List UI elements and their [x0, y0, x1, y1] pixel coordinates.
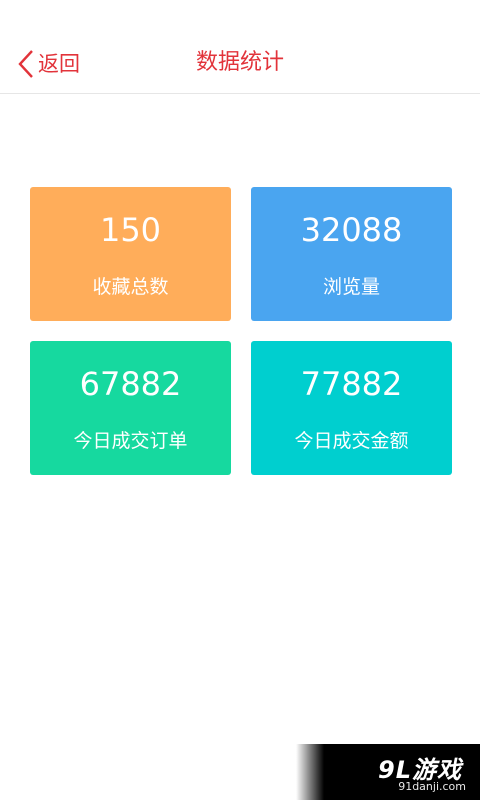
stat-card-orders-today: 67882 今日成交订单	[30, 341, 231, 475]
page-title: 数据统计	[195, 50, 284, 75]
site-watermark: 9L游戏 91danji.com	[296, 744, 480, 800]
stat-value: 150	[99, 211, 162, 249]
stat-card-views: 32088 浏览量	[251, 187, 452, 321]
stat-card-amount-today: 77882 今日成交金额	[251, 341, 452, 475]
watermark-url: 91danji.com	[398, 780, 466, 793]
stats-page: 返回 数据统计 150 收藏总数 32088 浏览量 67882 今日成交订单 …	[0, 0, 480, 800]
stat-label: 收藏总数	[92, 276, 169, 298]
stat-value: 32088	[300, 211, 403, 249]
stat-label: 浏览量	[322, 276, 380, 298]
stat-label: 今日成交金额	[294, 430, 409, 452]
stat-label: 今日成交订单	[73, 430, 188, 452]
stat-card-favorites: 150 收藏总数	[30, 187, 231, 321]
stat-value: 67882	[79, 365, 182, 403]
header-bar: 返回 数据统计	[0, 0, 480, 94]
stat-value: 77882	[300, 365, 403, 403]
